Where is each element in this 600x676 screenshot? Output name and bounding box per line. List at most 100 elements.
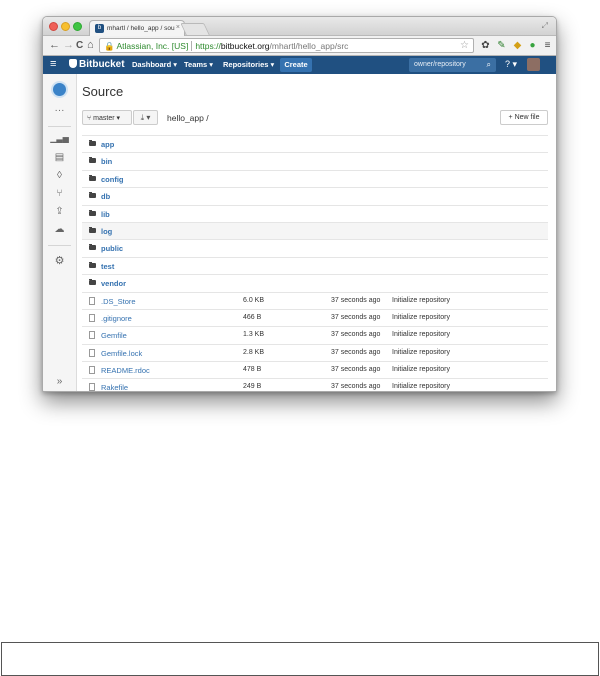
create-button[interactable]: Create [280, 58, 312, 72]
folder-name[interactable]: lib [101, 210, 110, 219]
folder-icon [89, 209, 96, 216]
branch-label: master ▾ [93, 115, 121, 122]
folder-name[interactable]: test [101, 262, 114, 271]
window-minimize-button[interactable] [61, 22, 70, 31]
nav-repositories[interactable]: Repositories ▾ [223, 60, 274, 69]
back-icon[interactable]: ← [49, 39, 60, 52]
file-name[interactable]: .gitignore [101, 314, 132, 323]
folder-name[interactable]: config [101, 175, 124, 184]
file-size: 2.8 KB [243, 348, 265, 356]
file-list: app bin config db lib log public test ve… [82, 135, 548, 391]
file-icon [89, 366, 95, 375]
reload-icon[interactable]: C [76, 39, 83, 52]
extension-tag-icon[interactable]: ◆ [512, 40, 523, 51]
folder-icon [89, 279, 96, 286]
branches-icon[interactable]: ⑂ [43, 188, 76, 199]
repository-avatar-icon[interactable] [51, 81, 68, 98]
folder-name[interactable]: app [101, 140, 114, 149]
commit-message: Initialize repository [392, 366, 450, 374]
folder-row[interactable]: test [82, 256, 548, 274]
file-row[interactable]: Rakefile 249 B 37 seconds ago Initialize re… [82, 378, 548, 391]
user-avatar[interactable] [527, 58, 540, 71]
file-name[interactable]: Gemfile [101, 331, 127, 340]
file-name[interactable]: .DS_Store [101, 297, 136, 306]
file-icon [89, 296, 95, 305]
address-bar[interactable]: 🔒 Atlassian, Inc. [US] https://bitbucket.… [99, 38, 474, 53]
sidebar-collapse-icon[interactable]: » [43, 376, 76, 387]
pull-requests-icon[interactable]: ⇪ [43, 206, 76, 217]
settings-gear-icon[interactable]: ✿ [480, 40, 491, 51]
branch-selector[interactable]: ⑂ master ▾ [82, 110, 132, 125]
nav-teams[interactable]: Teams ▾ [184, 60, 213, 69]
folder-icon [89, 244, 96, 251]
folder-row[interactable]: public [82, 239, 548, 256]
file-row[interactable]: README.rdoc 478 B 37 seconds ago Initialize… [82, 361, 548, 378]
file-icon [89, 331, 95, 340]
breadcrumb: hello_app / [167, 113, 209, 123]
url-host: bitbucket.org [220, 41, 270, 51]
file-size: 478 B [243, 366, 262, 374]
downloads-cloud-icon[interactable]: ☁ [43, 224, 76, 235]
browser-tab-active[interactable]: b mhartl / hello_app / sou × [89, 20, 185, 36]
ev-certificate-label: Atlassian, Inc. [US] [116, 41, 193, 51]
file-time: 37 seconds ago [331, 296, 381, 304]
file-row[interactable]: .gitignore 466 B 37 seconds ago Initialize … [82, 308, 548, 326]
folder-icon [89, 174, 96, 181]
folder-name[interactable]: bin [101, 157, 112, 166]
repository-search-input[interactable]: owner/repository ⌕ [409, 58, 496, 72]
file-row[interactable]: Gemfile.lock 2.8 KB 37 seconds ago Initiali… [82, 343, 548, 361]
home-icon[interactable]: ⌂ [87, 39, 94, 52]
window-maximize-button[interactable] [73, 22, 82, 31]
file-time: 37 seconds ago [331, 331, 381, 339]
folder-icon [89, 226, 96, 233]
bitbucket-logo[interactable]: Bitbucket [69, 59, 125, 70]
folder-row[interactable]: vendor [82, 274, 548, 291]
new-file-button[interactable]: + New file [500, 110, 548, 125]
file-name[interactable]: Rakefile [101, 383, 128, 391]
more-icon[interactable]: ··· [43, 105, 76, 116]
folder-name[interactable]: public [101, 244, 123, 253]
folder-row[interactable]: config [82, 169, 548, 187]
fullscreen-icon[interactable]: ⤢ [542, 21, 548, 31]
folder-icon [89, 192, 96, 199]
tab-bar: b mhartl / hello_app / sou × ⤢ [43, 17, 556, 36]
folder-name[interactable]: db [101, 192, 110, 201]
file-time: 37 seconds ago [331, 366, 381, 374]
file-row[interactable]: Gemfile 1.3 KB 37 seconds ago Initialize re… [82, 326, 548, 343]
source-file-icon[interactable]: ▤ [43, 152, 76, 163]
search-placeholder: owner/repository [414, 61, 466, 68]
file-size: 6.0 KB [243, 296, 265, 304]
settings-gear-icon[interactable]: ⚙ [43, 254, 76, 267]
file-size: 1.3 KB [243, 331, 265, 339]
folder-row[interactable]: app [82, 135, 548, 152]
window-close-button[interactable] [49, 22, 58, 31]
commits-icon[interactable]: ◊ [43, 170, 76, 181]
forward-icon[interactable]: → [63, 39, 74, 52]
extension-pen-icon[interactable]: ✎ [496, 40, 507, 51]
commit-message: Initialize repository [392, 331, 450, 339]
hamburger-menu-icon[interactable]: ≡ [50, 58, 56, 70]
folder-row[interactable]: db [82, 187, 548, 204]
extension-marker-icon[interactable]: ● [527, 40, 538, 51]
folder-name[interactable]: vendor [101, 279, 126, 288]
folder-icon [89, 261, 96, 268]
file-row[interactable]: .DS_Store 6.0 KB 37 seconds ago Initialize … [82, 291, 548, 309]
new-tab-button[interactable] [180, 23, 210, 35]
sidebar-divider [48, 126, 71, 127]
nav-dashboard[interactable]: Dashboard ▾ [132, 60, 177, 69]
folder-row[interactable]: bin [82, 152, 548, 169]
file-name[interactable]: README.rdoc [101, 366, 150, 375]
help-icon[interactable]: ? ▾ [505, 59, 517, 70]
folder-row[interactable]: log [82, 221, 548, 240]
tab-close-icon[interactable]: × [176, 24, 180, 31]
bookmark-star-icon[interactable]: ☆ [460, 40, 469, 51]
download-icon[interactable]: ⤓ ▾ [133, 110, 158, 125]
overview-chart-icon[interactable]: ▁▃▅ [43, 134, 76, 143]
commit-message: Initialize repository [392, 313, 450, 321]
chrome-menu-icon[interactable]: ≡ [542, 40, 553, 51]
folder-row[interactable]: lib [82, 204, 548, 222]
folder-icon [89, 140, 96, 146]
folder-name[interactable]: log [101, 227, 112, 236]
file-name[interactable]: Gemfile.lock [101, 349, 142, 358]
browser-toolbar: ← → C ⌂ 🔒 Atlassian, Inc. [US] https://bi… [43, 36, 556, 56]
